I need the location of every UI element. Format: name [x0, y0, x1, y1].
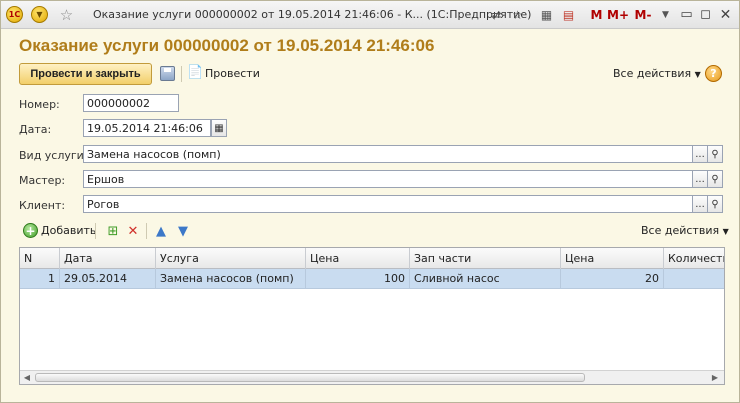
minimize-icon[interactable]: ▭	[678, 6, 695, 23]
add-button[interactable]: Добавить	[41, 224, 96, 237]
close-icon[interactable]: ✕	[717, 6, 734, 23]
post-button[interactable]: Провести	[205, 67, 260, 80]
post-and-close-button[interactable]: Провести и закрыть	[19, 63, 152, 85]
column-header-parts[interactable]: Зап части	[410, 248, 561, 269]
maximize-icon[interactable]: ◻	[697, 6, 714, 23]
scroll-left-icon[interactable]: ◀	[20, 371, 34, 384]
save-icon[interactable]	[160, 66, 175, 81]
service-label: Вид услуги:	[19, 149, 88, 162]
link-icon[interactable]: ⇄	[488, 6, 505, 23]
calendar-icon[interactable]: ▤	[560, 6, 577, 23]
horizontal-scrollbar[interactable]: ◀ ▶	[20, 370, 724, 384]
move-down-icon[interactable]: ▼	[175, 223, 191, 239]
table-header: N Дата Услуга Цена Зап части Цена Количе…	[20, 248, 724, 269]
scroll-right-icon[interactable]: ▶	[708, 371, 722, 384]
move-up-icon[interactable]: ▲	[153, 223, 169, 239]
window-title: Оказание услуги 000000002 от 19.05.2014 …	[93, 8, 532, 21]
bookmark-icon[interactable]: ☆	[509, 6, 526, 23]
table-toolbar: + Добавить ⊞ ✕ ▲ ▼ Все действия ▼	[19, 221, 729, 241]
page-title: Оказание услуги 000000002 от 19.05.2014 …	[19, 36, 435, 55]
copy-add-icon[interactable]: ⊞	[105, 223, 121, 239]
column-header-price[interactable]: Цена	[306, 248, 410, 269]
command-bar: Провести и закрыть 📄 Провести Все действ…	[19, 63, 725, 86]
services-table[interactable]: N Дата Услуга Цена Зап части Цена Количе…	[19, 247, 725, 385]
service-field[interactable]: Замена насосов (помп)	[83, 145, 693, 163]
client-label: Клиент:	[19, 199, 66, 212]
row-quantity[interactable]	[664, 269, 724, 289]
date-label: Дата:	[19, 123, 52, 136]
chevron-down-icon: ▼	[694, 70, 701, 79]
column-header-part-price[interactable]: Цена	[561, 248, 664, 269]
master-select-button[interactable]: ...	[692, 170, 708, 188]
number-label: Номер:	[19, 98, 60, 111]
row-part-price[interactable]: 20	[561, 269, 664, 289]
row-price[interactable]: 100	[306, 269, 410, 289]
service-search-icon[interactable]: ⚲	[707, 145, 723, 163]
memory-m-button[interactable]: M	[588, 6, 605, 23]
number-field[interactable]: 000000002	[83, 94, 179, 112]
toolbar-divider	[95, 223, 96, 239]
table-all-actions-label: Все действия	[641, 224, 720, 237]
toolbar-divider	[181, 66, 182, 82]
app-logo-icon[interactable]: 1С	[6, 6, 23, 23]
master-label: Мастер:	[19, 174, 66, 187]
memory-minus-button[interactable]: M-	[632, 6, 654, 23]
row-number[interactable]: 1	[20, 269, 60, 289]
document-window: 1С ▼ ☆ Оказание услуги 000000002 от 19.0…	[0, 0, 740, 403]
memory-plus-button[interactable]: M+	[607, 6, 629, 23]
favorite-star-icon[interactable]: ☆	[58, 6, 75, 24]
toolbar-divider	[146, 223, 147, 239]
client-field[interactable]: Рогов	[83, 195, 693, 213]
calculator-icon[interactable]: ▦	[538, 6, 555, 23]
client-select-button[interactable]: ...	[692, 195, 708, 213]
date-field[interactable]: 19.05.2014 21:46:06	[83, 119, 211, 137]
all-actions-menu[interactable]: Все действия ▼	[613, 67, 701, 80]
calendar-picker-icon[interactable]: ▦	[211, 119, 227, 137]
column-header-date[interactable]: Дата	[60, 248, 156, 269]
post-document-icon[interactable]: 📄	[187, 65, 203, 82]
title-bar: 1С ▼ ☆ Оказание услуги 000000002 от 19.0…	[1, 1, 739, 29]
service-select-button[interactable]: ...	[692, 145, 708, 163]
help-icon[interactable]: ?	[705, 65, 722, 82]
chevron-down-icon: ▼	[722, 227, 729, 236]
column-header-n[interactable]: N	[20, 248, 60, 269]
scrollbar-thumb[interactable]	[35, 373, 585, 382]
all-actions-label: Все действия	[613, 67, 692, 80]
column-header-service[interactable]: Услуга	[156, 248, 306, 269]
row-service[interactable]: Замена насосов (помп)	[156, 269, 306, 289]
row-date[interactable]: 29.05.2014	[60, 269, 156, 289]
master-field[interactable]: Ершов	[83, 170, 693, 188]
column-header-quantity[interactable]: Количество	[664, 248, 724, 269]
table-all-actions-menu[interactable]: Все действия ▼	[641, 224, 729, 237]
master-search-icon[interactable]: ⚲	[707, 170, 723, 188]
add-icon[interactable]: +	[23, 223, 38, 238]
client-search-icon[interactable]: ⚲	[707, 195, 723, 213]
chevron-down-icon[interactable]: ▼	[657, 6, 674, 23]
delete-icon[interactable]: ✕	[125, 223, 141, 239]
row-part[interactable]: Сливной насос	[410, 269, 561, 289]
table-row[interactable]: 1 29.05.2014 Замена насосов (помп) 100 С…	[20, 269, 724, 289]
main-menu-icon[interactable]: ▼	[31, 6, 48, 23]
